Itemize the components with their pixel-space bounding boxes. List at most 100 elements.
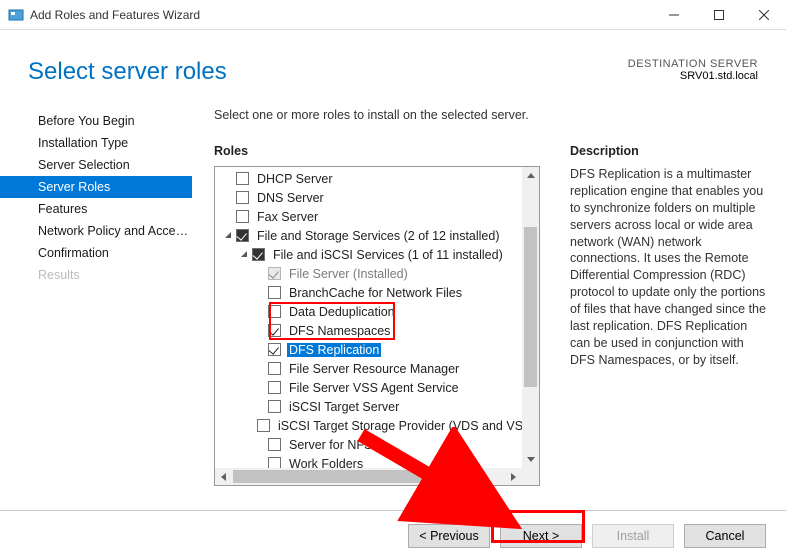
horizontal-scroll-thumb[interactable] xyxy=(233,470,453,483)
role-label[interactable]: BranchCache for Network Files xyxy=(287,286,464,300)
scroll-left-icon[interactable] xyxy=(215,468,232,485)
role-checkbox[interactable] xyxy=(268,343,281,356)
expander-spacer xyxy=(255,458,266,468)
role-row[interactable]: File Server (Installed) xyxy=(215,264,522,283)
role-row[interactable]: DFS Replication xyxy=(215,340,522,359)
role-checkbox[interactable] xyxy=(252,248,265,261)
role-checkbox[interactable] xyxy=(236,191,249,204)
role-row[interactable]: BranchCache for Network Files xyxy=(215,283,522,302)
nav-item-0[interactable]: Before You Begin xyxy=(0,110,192,132)
role-label[interactable]: File Server (Installed) xyxy=(287,267,410,281)
role-label[interactable]: Data Deduplication xyxy=(287,305,397,319)
vertical-scrollbar[interactable] xyxy=(522,167,539,468)
expander-spacer xyxy=(255,325,266,336)
role-checkbox[interactable] xyxy=(268,324,281,337)
nav-item-2[interactable]: Server Selection xyxy=(0,154,192,176)
role-checkbox[interactable] xyxy=(268,362,281,375)
role-row[interactable]: File Server VSS Agent Service xyxy=(215,378,522,397)
role-row[interactable]: DNS Server xyxy=(215,188,522,207)
minimize-button[interactable] xyxy=(651,0,696,29)
roles-heading: Roles xyxy=(214,144,540,158)
wizard-nav: Before You BeginInstallation TypeServer … xyxy=(0,104,192,506)
collapse-icon[interactable] xyxy=(223,230,234,241)
role-label[interactable]: DHCP Server xyxy=(255,172,334,186)
scroll-down-icon[interactable] xyxy=(522,451,539,468)
roles-listbox[interactable]: DHCP Server DNS Server Fax Server File and … xyxy=(214,166,540,486)
nav-item-4[interactable]: Features xyxy=(0,198,192,220)
cancel-button[interactable]: Cancel xyxy=(684,524,766,548)
expander-spacer xyxy=(255,439,266,450)
role-label[interactable]: Fax Server xyxy=(255,210,320,224)
role-row[interactable]: Server for NFS xyxy=(215,435,522,454)
role-checkbox[interactable] xyxy=(236,210,249,223)
role-row[interactable]: DFS Namespaces xyxy=(215,321,522,340)
role-row[interactable]: iSCSI Target Server xyxy=(215,397,522,416)
expander-spacer xyxy=(255,306,266,317)
role-label[interactable]: iSCSI Target Storage Provider (VDS and V… xyxy=(276,419,522,433)
expander-spacer xyxy=(223,192,234,203)
destination-value: SRV01.std.local xyxy=(628,70,758,82)
role-checkbox[interactable] xyxy=(268,438,281,451)
role-label[interactable]: DFS Namespaces xyxy=(287,324,392,338)
expander-spacer xyxy=(255,344,266,355)
scroll-up-icon[interactable] xyxy=(522,167,539,184)
role-checkbox xyxy=(268,267,281,280)
window-title: Add Roles and Features Wizard xyxy=(30,8,651,22)
titlebar: Add Roles and Features Wizard xyxy=(0,0,786,30)
role-checkbox[interactable] xyxy=(236,229,249,242)
role-checkbox[interactable] xyxy=(257,419,270,432)
expander-spacer xyxy=(255,363,266,374)
role-row[interactable]: File Server Resource Manager xyxy=(215,359,522,378)
role-row[interactable]: Fax Server xyxy=(215,207,522,226)
role-checkbox[interactable] xyxy=(268,381,281,394)
previous-button[interactable]: < Previous xyxy=(408,524,490,548)
role-label[interactable]: DFS Replication xyxy=(287,343,381,357)
role-label[interactable]: File Server VSS Agent Service xyxy=(287,381,461,395)
role-label[interactable]: Work Folders xyxy=(287,457,365,469)
description-heading: Description xyxy=(570,144,770,158)
collapse-icon[interactable] xyxy=(239,249,250,260)
header: Select server roles DESTINATION SERVER S… xyxy=(0,30,786,104)
nav-item-1[interactable]: Installation Type xyxy=(0,132,192,154)
role-row[interactable]: Data Deduplication xyxy=(215,302,522,321)
nav-item-3[interactable]: Server Roles xyxy=(0,176,192,198)
role-label[interactable]: Server for NFS xyxy=(287,438,374,452)
nav-item-5[interactable]: Network Policy and Acces... xyxy=(0,220,192,242)
role-label[interactable]: File and iSCSI Services (1 of 11 install… xyxy=(271,248,505,262)
destination-label: DESTINATION SERVER xyxy=(628,58,758,70)
role-row[interactable]: File and iSCSI Services (1 of 11 install… xyxy=(215,245,522,264)
role-label[interactable]: File Server Resource Manager xyxy=(287,362,461,376)
role-label[interactable]: iSCSI Target Server xyxy=(287,400,401,414)
role-checkbox[interactable] xyxy=(268,286,281,299)
description-text: DFS Replication is a multimaster replica… xyxy=(570,166,770,369)
next-button[interactable]: Next > xyxy=(500,524,582,548)
scroll-right-icon[interactable] xyxy=(505,468,522,485)
nav-item-6[interactable]: Confirmation xyxy=(0,242,192,264)
expander-spacer xyxy=(255,287,266,298)
expander-spacer xyxy=(223,173,234,184)
page-title: Select server roles xyxy=(28,58,227,86)
nav-item-7: Results xyxy=(0,264,192,286)
scroll-corner xyxy=(522,468,539,485)
instruction-text: Select one or more roles to install on t… xyxy=(214,108,770,122)
expander-spacer xyxy=(255,268,266,279)
expander-spacer xyxy=(255,401,266,412)
role-row[interactable]: Work Folders xyxy=(215,454,522,468)
expander-spacer xyxy=(255,382,266,393)
role-checkbox[interactable] xyxy=(268,305,281,318)
role-checkbox[interactable] xyxy=(268,457,281,468)
expander-spacer xyxy=(223,211,234,222)
role-label[interactable]: DNS Server xyxy=(255,191,326,205)
close-button[interactable] xyxy=(741,0,786,29)
role-row[interactable]: iSCSI Target Storage Provider (VDS and V… xyxy=(215,416,522,435)
horizontal-scrollbar[interactable] xyxy=(215,468,522,485)
footer: < Previous Next > Install Cancel xyxy=(0,510,786,560)
role-checkbox[interactable] xyxy=(268,400,281,413)
role-label[interactable]: File and Storage Services (2 of 12 insta… xyxy=(255,229,502,243)
vertical-scroll-thumb[interactable] xyxy=(524,227,537,387)
role-row[interactable]: DHCP Server xyxy=(215,169,522,188)
role-row[interactable]: File and Storage Services (2 of 12 insta… xyxy=(215,226,522,245)
role-checkbox[interactable] xyxy=(236,172,249,185)
destination-block: DESTINATION SERVER SRV01.std.local xyxy=(628,58,758,82)
maximize-button[interactable] xyxy=(696,0,741,29)
